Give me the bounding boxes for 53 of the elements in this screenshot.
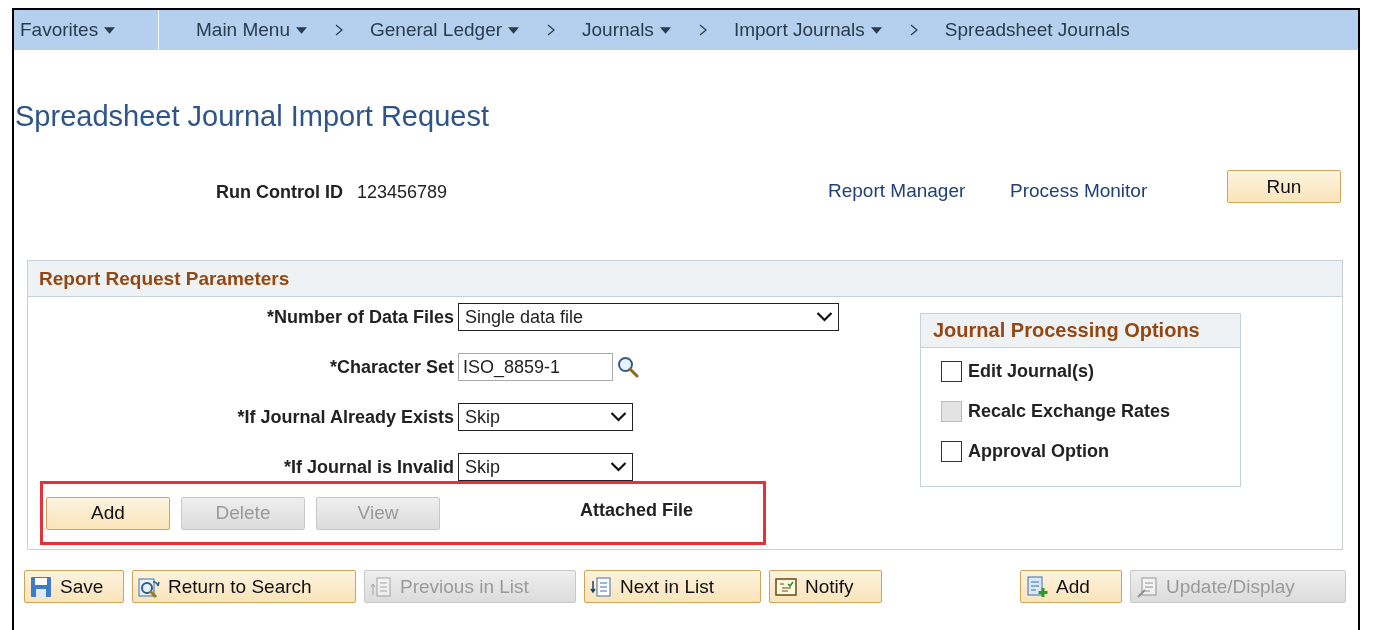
run-control-label: Run Control ID [216,181,343,203]
field-label: *Number of Data Files [265,306,455,328]
chevron-icon [335,24,343,36]
favorites-menu[interactable]: Favorites [20,19,116,41]
caret-icon [104,26,116,34]
chevron-down-icon [816,312,833,322]
caret-icon [296,26,307,34]
input-field[interactable]: ISO_8859-1 [458,353,613,381]
caret-icon [870,26,882,34]
panel-title: Report Request Parameters [39,267,290,290]
checkbox-label: Edit Journal(s) [968,360,1094,382]
document-icon [1136,575,1158,598]
notify-button[interactable]: Notify [769,570,882,603]
list-icon [590,575,612,598]
run-button[interactable]: Run [1227,170,1341,203]
chevron-icon [547,24,556,36]
note-icon [775,575,797,598]
field-label: *If Journal is Invalid [282,456,455,478]
breadcrumb-item[interactable]: General Ledger [370,19,520,41]
chevron-icon [909,24,918,36]
document-plus-icon [1026,575,1048,598]
dropdown-field[interactable]: Skip [458,403,633,431]
dropdown-field[interactable]: Single data file [458,303,839,331]
checkbox[interactable] [941,440,962,462]
list-icon [370,575,392,598]
field-label: *If Journal Already Exists [236,406,455,428]
breadcrumb-item[interactable]: Main Menu [196,19,307,41]
header-link[interactable]: Process Monitor [1010,180,1148,202]
save-button[interactable]: Save [24,570,124,603]
field-label: *Character Set [328,356,455,378]
caret-icon [659,26,671,34]
chevron-down-icon [610,462,627,472]
chevron-icon [698,24,707,36]
caret-icon [508,26,520,34]
header-link[interactable]: Report Manager [828,180,966,202]
attachment-button[interactable]: Add [46,496,170,530]
checkbox[interactable] [941,360,962,382]
breadcrumb-item[interactable]: Journals [582,19,671,41]
breadcrumb-item[interactable]: Spreadsheet Journals [944,19,1130,41]
breadcrumb-item[interactable]: Import Journals [733,19,882,41]
search-icon[interactable] [617,356,639,378]
search-icon [138,575,160,598]
attached-file-label: Attached File [580,499,694,521]
next-button[interactable]: Next in List [584,570,761,603]
chevron-down-icon [610,412,627,422]
add-button[interactable]: Add [1020,570,1122,603]
run-control-value: 123456789 [357,181,448,203]
panel-title: Journal Processing Options [933,319,1200,342]
dropdown-field[interactable]: Skip [458,453,633,481]
checkbox-label: Recalc Exchange Rates [968,400,1171,422]
page-title: Spreadsheet Journal Import Request [15,99,490,134]
checkbox-label: Approval Option [968,440,1109,462]
return-button[interactable]: Return to Search [132,570,356,603]
